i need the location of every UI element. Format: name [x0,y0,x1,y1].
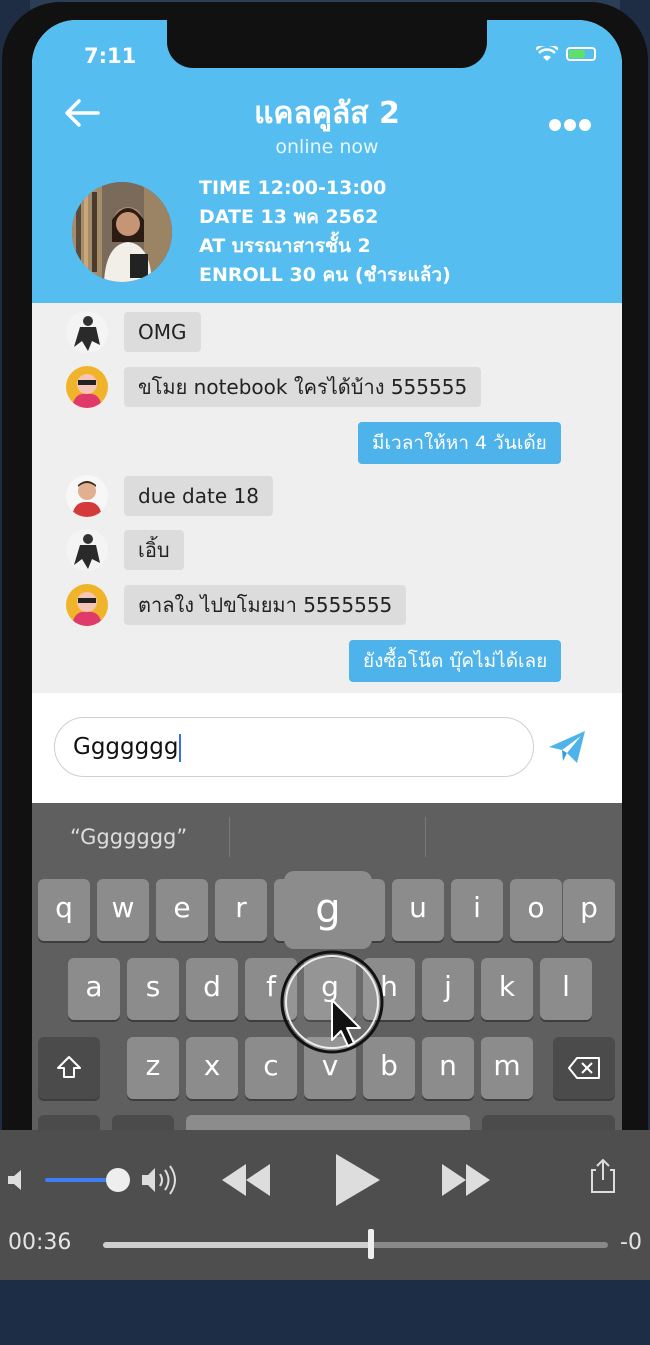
info-enroll: ENROLL 30 คน (ชำระแล้ว) [199,264,451,286]
phone-screen: 7:11 แคลคูลัส 2 online now TIME 12:00-13… [32,20,622,1320]
incoming-bubble: OMG [124,312,201,352]
key-s[interactable]: s [127,958,179,1020]
message-composer: Ggggggg [32,693,622,803]
key-p[interactable]: p [563,879,615,941]
backspace-key[interactable] [553,1037,615,1099]
key-x[interactable]: x [186,1037,238,1099]
info-location: AT บรรณาสารชั้น 2 [199,235,371,257]
suggestion-divider [229,817,230,857]
message-list: OMG ขโมย notebook ใครได้บ้าง 555555 มีเว… [32,303,622,693]
video-player-controls: 00:36 -0 [0,1130,650,1280]
message-row: OMG [66,311,201,353]
key-a[interactable]: a [68,958,120,1020]
sender-avatar [66,311,108,353]
sender-avatar [66,366,108,408]
phone-frame: 7:11 แคลคูลัส 2 online now TIME 12:00-13… [2,2,648,1322]
volume-high-icon[interactable] [140,1164,184,1196]
message-input[interactable]: Ggggggg [54,717,534,777]
sender-avatar [66,475,108,517]
send-icon[interactable] [547,729,587,769]
remaining-time: -0 [620,1230,642,1255]
rewind-icon[interactable] [220,1162,272,1198]
volume-low-icon[interactable] [6,1168,32,1192]
suggestion-item[interactable]: “Ggggggg” [70,825,187,849]
outgoing-bubble: มีเวลาให้หา 4 วันเด้ย [358,422,561,464]
key-e[interactable]: e [156,879,208,941]
notch [167,20,487,68]
key-l[interactable]: l [540,958,592,1020]
status-icons [536,46,596,62]
key-o[interactable]: o [510,879,562,941]
incoming-bubble: เอิ้บ [124,530,184,570]
key-k[interactable]: k [481,958,533,1020]
scrubber-progress [103,1242,371,1248]
class-info: TIME 12:00-13:00 DATE 13 พค 2562 AT บรรณ… [199,174,451,290]
key-preview-popup: g [284,871,372,949]
sender-avatar [66,529,108,571]
incoming-bubble: ขโมย notebook ใครได้บ้าง 555555 [124,367,482,407]
elapsed-time: 00:36 [8,1230,72,1255]
backspace-icon [568,1057,600,1079]
battery-icon [566,47,596,61]
key-q[interactable]: q [38,879,90,941]
wifi-icon [536,46,558,61]
key-j[interactable]: j [422,958,474,1020]
desktop-background-bottom [0,1280,650,1345]
status-time: 7:11 [84,44,137,68]
more-options-icon[interactable] [548,106,592,139]
sender-avatar [66,584,108,626]
volume-knob[interactable] [106,1168,130,1192]
key-m[interactable]: m [481,1037,533,1099]
scrubber-knob[interactable] [368,1229,374,1259]
info-date: DATE 13 พค 2562 [199,206,379,228]
key-r[interactable]: r [215,879,267,941]
suggestion-divider [425,817,426,857]
fast-forward-icon[interactable] [440,1162,492,1198]
key-i[interactable]: i [451,879,503,941]
info-time: TIME 12:00-13:00 [199,177,387,199]
key-u[interactable]: u [392,879,444,941]
online-status: online now [275,136,379,158]
group-avatar [72,182,172,282]
share-icon[interactable] [590,1158,616,1194]
text-caret [179,733,182,762]
cursor-highlight [280,950,384,1054]
key-z[interactable]: z [127,1037,179,1099]
play-icon[interactable] [332,1152,382,1208]
outgoing-bubble: ยังซื้อโน๊ต บุ๊คไม่ได้เลย [349,640,562,682]
incoming-bubble: due date 18 [124,476,273,516]
key-n[interactable]: n [422,1037,474,1099]
shift-icon [57,1056,81,1078]
message-row: ตาลใง ไปขโมยมา 5555555 [66,584,407,626]
chat-title: แคลคูลัส 2 [254,96,400,131]
message-row: เอิ้บ [66,529,184,571]
key-d[interactable]: d [186,958,238,1020]
incoming-bubble: ตาลใง ไปขโมยมา 5555555 [124,585,407,625]
message-row: ขโมย notebook ใครได้บ้าง 555555 [66,366,482,408]
key-w[interactable]: w [97,879,149,941]
message-row: due date 18 [66,475,273,517]
message-input-value: Ggggggg [73,734,179,760]
shift-key[interactable] [38,1037,100,1099]
